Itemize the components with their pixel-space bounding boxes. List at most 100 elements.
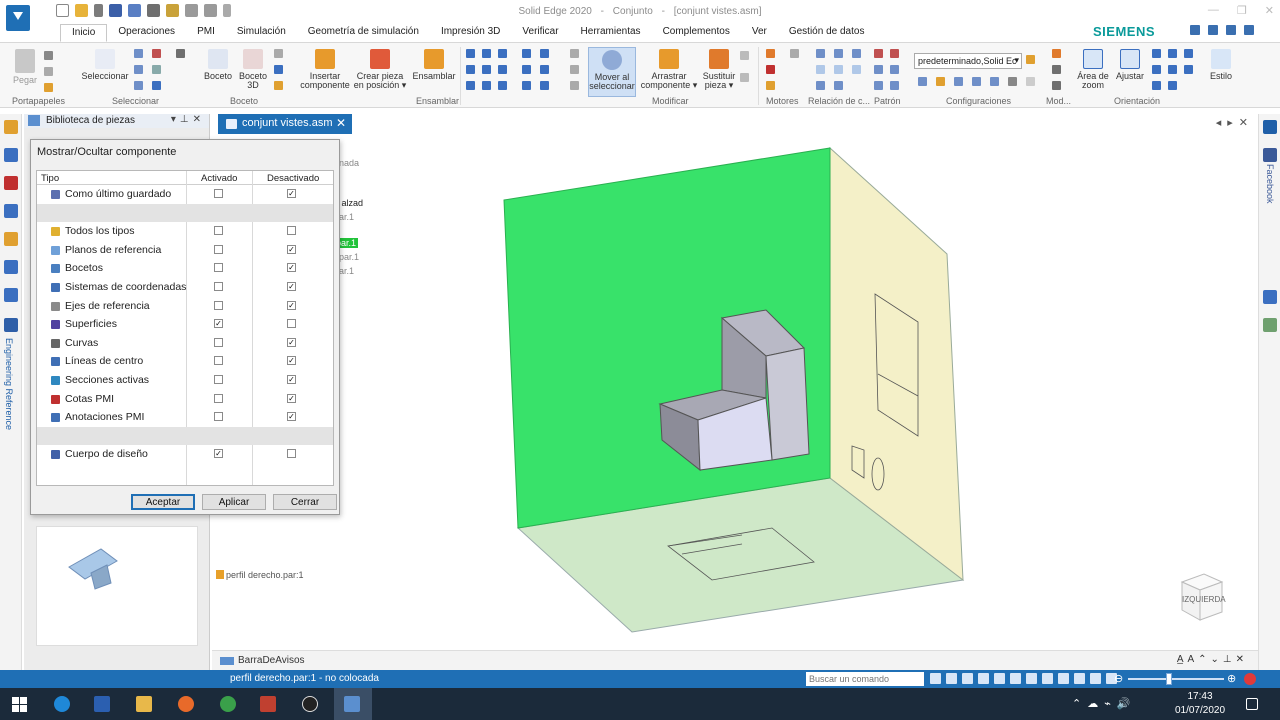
command-search-input[interactable]: [806, 672, 924, 686]
select-filter-icon[interactable]: [152, 49, 161, 58]
pattern-icon-2[interactable]: [890, 49, 899, 58]
tab-navigation[interactable]: ◂▸✕: [1216, 116, 1254, 129]
features-icon[interactable]: [4, 176, 18, 190]
orient-icon-8[interactable]: [1168, 81, 1177, 90]
format-painter-icon[interactable]: [44, 83, 53, 92]
zoom-slider-thumb[interactable]: [1166, 673, 1172, 685]
help-icon[interactable]: [1226, 25, 1236, 35]
app-icon[interactable]: [260, 696, 276, 712]
materials-icon[interactable]: [4, 232, 18, 246]
taskbar-clock[interactable]: 17:43 01/07/2020: [1172, 690, 1228, 718]
activated-checkbox[interactable]: [214, 375, 223, 384]
orient-icon-4[interactable]: [1152, 65, 1161, 74]
view-tool-icon[interactable]: [1058, 673, 1069, 684]
layers-icon[interactable]: [4, 148, 18, 162]
constraint-icon-4[interactable]: [816, 65, 825, 74]
select-fence-icon[interactable]: [152, 65, 161, 74]
deactivated-checkbox[interactable]: [287, 189, 296, 198]
activated-checkbox[interactable]: [214, 244, 223, 254]
activated-checkbox[interactable]: [214, 282, 223, 291]
activated-checkbox[interactable]: [214, 393, 223, 403]
deactivated-checkbox[interactable]: [287, 226, 296, 236]
view-tool-icon[interactable]: [1090, 673, 1101, 684]
mod-icon-1[interactable]: [1052, 49, 1061, 58]
zoom-in-icon[interactable]: ⊕: [1227, 672, 1236, 685]
relation-icon-15[interactable]: [540, 81, 549, 90]
pattern-icon-6[interactable]: [890, 81, 899, 90]
zoom-out-icon[interactable]: ⊖: [1114, 672, 1123, 685]
sketch-line-icon[interactable]: [274, 65, 283, 74]
activated-checkbox[interactable]: [214, 412, 223, 422]
modify-extra-icon-1[interactable]: [740, 51, 749, 60]
activated-checkbox[interactable]: [214, 449, 223, 459]
constraint-icon-7[interactable]: [816, 81, 825, 90]
view-tool-icon[interactable]: [930, 673, 941, 684]
chrome-icon[interactable]: [220, 696, 236, 712]
apply-button[interactable]: Aplicar: [202, 494, 266, 510]
orient-icon-6[interactable]: [1184, 65, 1193, 74]
orient-icon-1[interactable]: [1152, 49, 1161, 58]
clipboard-panel-icon[interactable]: [1263, 318, 1277, 332]
activated-checkbox[interactable]: [214, 337, 223, 347]
close-icon[interactable]: ✕: [1265, 4, 1274, 17]
document-tab[interactable]: conjunt vistes.asm ✕: [218, 114, 352, 134]
insert-component-button[interactable]: Insertar componente: [300, 47, 350, 90]
select-hide-icon[interactable]: [152, 81, 161, 90]
paste-button[interactable]: Pegar: [10, 47, 40, 85]
accept-button[interactable]: Aceptar: [131, 494, 195, 510]
modify-icon-2[interactable]: [570, 65, 579, 74]
zoom-area-button[interactable]: Área de zoom: [1076, 47, 1110, 90]
relation-icon-1[interactable]: [466, 49, 475, 58]
word-icon[interactable]: [94, 696, 110, 712]
tab-inicio[interactable]: Inicio: [60, 24, 108, 42]
tab-complementos[interactable]: Complementos: [652, 24, 741, 42]
relation-icon-12[interactable]: [482, 81, 491, 90]
help-panel-icon[interactable]: [4, 204, 18, 218]
constraint-icon-3[interactable]: [852, 49, 861, 58]
orient-icon-3[interactable]: [1184, 49, 1193, 58]
tab-geometria-simulacion[interactable]: Geometría de simulación: [297, 24, 430, 42]
activated-checkbox[interactable]: [214, 226, 223, 236]
deactivated-checkbox[interactable]: [287, 300, 296, 310]
tab-operaciones[interactable]: Operaciones: [107, 24, 186, 42]
cut-icon[interactable]: [44, 51, 53, 60]
tab-simulacion[interactable]: Simulación: [226, 24, 297, 42]
deactivated-checkbox[interactable]: [287, 412, 296, 422]
relation-icon-11[interactable]: [466, 81, 475, 90]
close-tab-icon[interactable]: ✕: [336, 116, 346, 130]
notification-controls[interactable]: A̲A⌃⌄⊥✕: [1177, 654, 1248, 665]
assemble-button[interactable]: Ensamblar: [410, 47, 458, 81]
sketch-button[interactable]: Boceto: [202, 47, 234, 81]
relation-icon-14[interactable]: [522, 81, 531, 90]
graphics-viewport[interactable]: enada a o alzad par.1 par.1 r.par.1 par.…: [212, 134, 1258, 650]
select-show-icon[interactable]: [134, 81, 143, 90]
config-tool-icon-7[interactable]: [1008, 77, 1017, 86]
style-button[interactable]: Estilo: [1206, 47, 1236, 81]
relation-icon-3[interactable]: [498, 49, 507, 58]
config-tool-icon-1[interactable]: [1026, 55, 1035, 64]
select-button[interactable]: Seleccionar: [80, 47, 130, 81]
modify-icon-1[interactable]: [570, 49, 579, 58]
library-icon[interactable]: [1208, 25, 1218, 35]
panel-controls[interactable]: ▾⊥✕: [171, 114, 205, 125]
deactivated-checkbox[interactable]: [287, 449, 296, 459]
view-cube[interactable]: IZQUIERDA: [1174, 568, 1230, 626]
close-button[interactable]: Cerrar: [273, 494, 337, 510]
select-tool-icon[interactable]: [134, 49, 143, 58]
tab-pmi[interactable]: PMI: [186, 24, 226, 42]
mod-icon-2[interactable]: [1052, 65, 1061, 74]
fit-button[interactable]: Ajustar: [1114, 47, 1146, 81]
properties-icon[interactable]: [1263, 290, 1277, 304]
record-icon[interactable]: [1244, 673, 1256, 685]
view-tool-icon[interactable]: [1010, 673, 1021, 684]
sketch-3d-button[interactable]: Boceto 3D: [236, 47, 270, 90]
solid-edge-icon[interactable]: [344, 696, 360, 712]
layout-icon[interactable]: [1190, 25, 1200, 35]
config-tool-icon-6[interactable]: [990, 77, 999, 86]
drag-component-button[interactable]: Arrastrar componente ▾: [640, 47, 698, 90]
orient-icon-5[interactable]: [1168, 65, 1177, 74]
view-tool-icon[interactable]: [962, 673, 973, 684]
constraint-icon-5[interactable]: [834, 65, 843, 74]
copy-small-icon[interactable]: [44, 67, 53, 76]
restore-icon[interactable]: ❐: [1237, 4, 1247, 17]
